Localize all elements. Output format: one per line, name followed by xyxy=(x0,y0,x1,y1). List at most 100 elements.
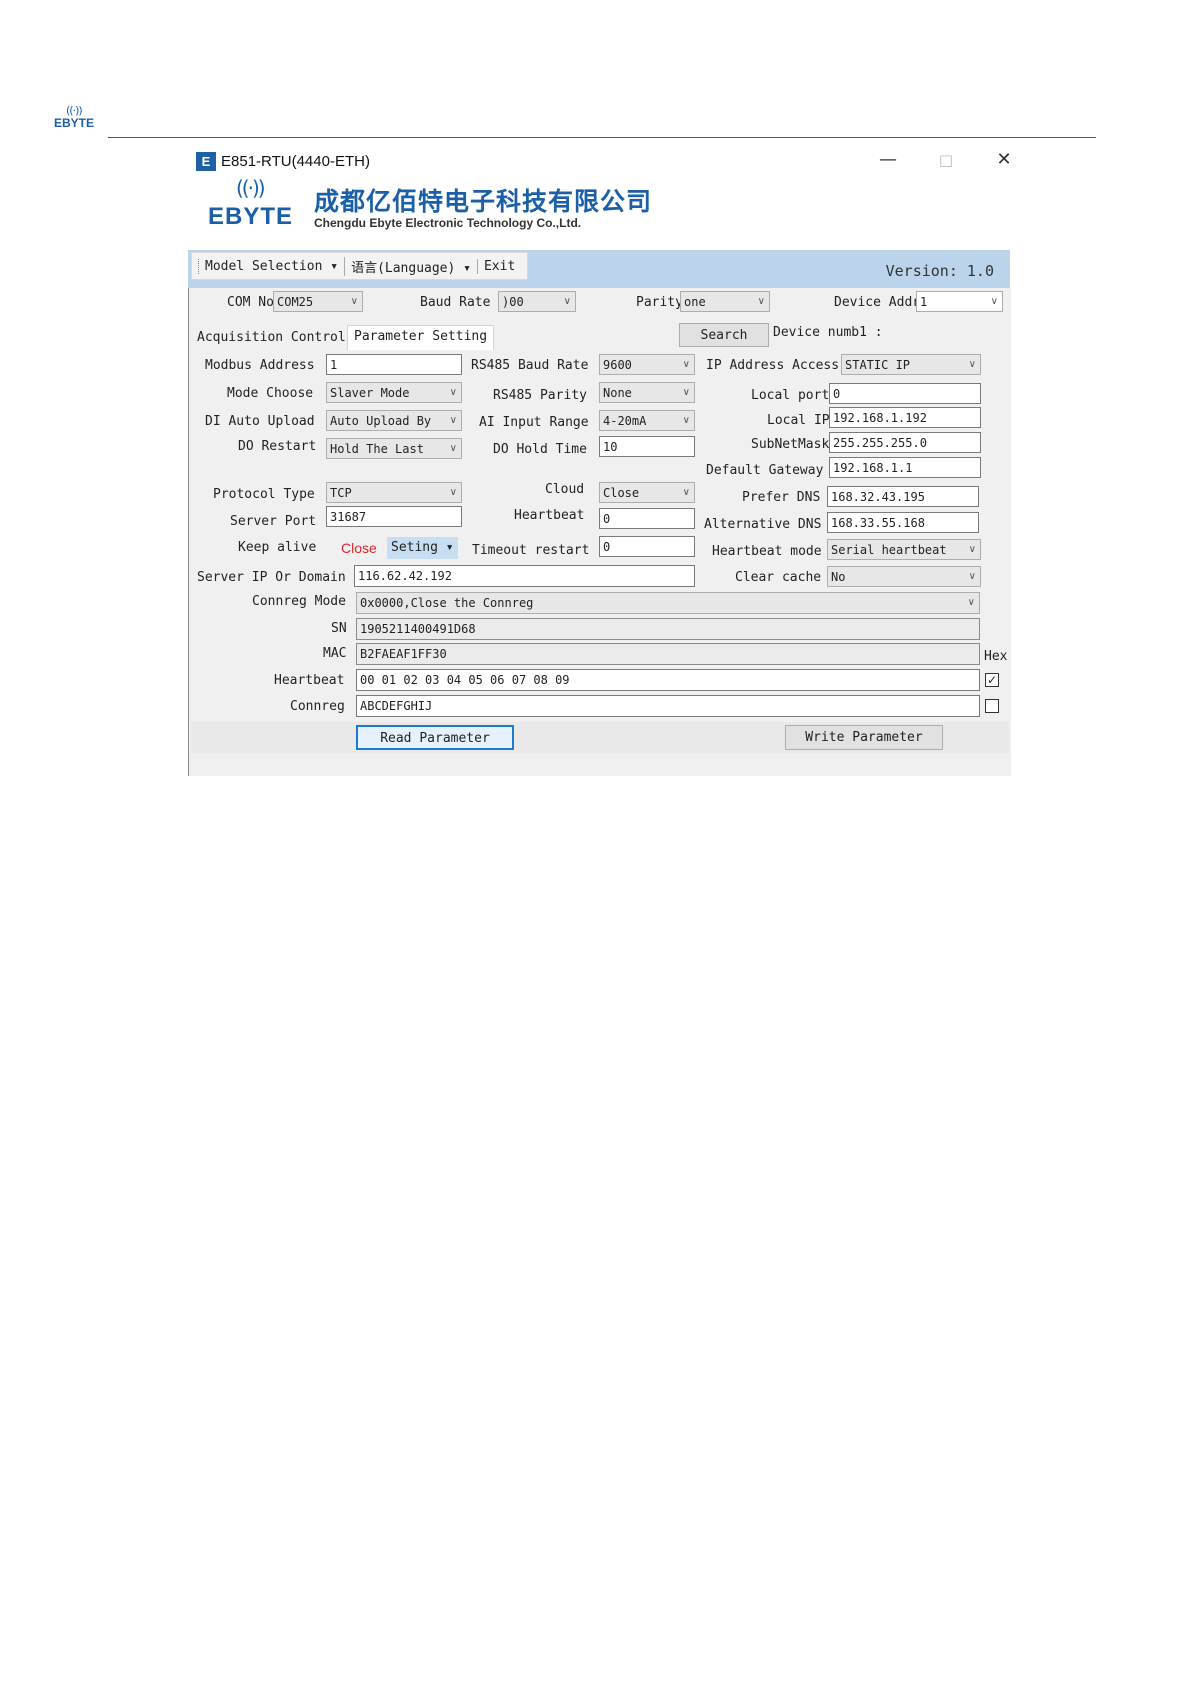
heartbeat-hex-checkbox[interactable]: ✓ xyxy=(985,673,999,687)
chevron-down-icon: ∨ xyxy=(449,443,457,454)
default-gateway-input[interactable]: 192.168.1.1 xyxy=(829,457,981,478)
ip-access-value: STATIC IP xyxy=(845,358,911,372)
timeout-restart-label: Timeout restart xyxy=(472,543,590,558)
chevron-down-icon: ∨ xyxy=(967,597,975,608)
di-auto-upload-value: Auto Upload By xyxy=(330,414,432,428)
tab-row: Acquisition Control Parameter Setting Se… xyxy=(189,321,1011,350)
server-ip-label: Server IP Or Domain xyxy=(197,570,346,585)
app-icon: E xyxy=(196,152,216,171)
device-addr-select[interactable]: 1 ∨ xyxy=(916,291,1003,312)
close-button[interactable]: ✕ xyxy=(984,148,1024,172)
chevron-down-icon: ∨ xyxy=(682,487,690,498)
heartbeat-mode-select[interactable]: Serial heartbeat ∨ xyxy=(827,539,981,560)
mode-choose-value: Slaver Mode xyxy=(330,386,410,400)
cloud-select[interactable]: Close ∨ xyxy=(599,482,695,503)
rs485-baud-label: RS485 Baud Rate xyxy=(471,358,589,373)
main-panel: COM No COM25 ∨ Baud Rate )00 ∨ Parity one ∨… xyxy=(188,288,1011,776)
app-window: E E851-RTU(4440-ETH) — □ ✕ ((·)) EBYTE 成… xyxy=(188,146,1012,776)
local-port-label: Local port xyxy=(751,388,830,403)
protocol-type-label: Protocol Type xyxy=(213,487,315,502)
mac-label: MAC xyxy=(323,646,347,661)
do-hold-time-label: DO Hold Time xyxy=(493,442,587,457)
modbus-address-input[interactable]: 1 xyxy=(326,354,462,375)
title-bar: E E851-RTU(4440-ETH) — □ ✕ xyxy=(188,146,1012,176)
heartbeat-data-label: Heartbeat xyxy=(274,673,345,688)
chevron-down-icon: ∨ xyxy=(449,487,457,498)
hex-label: Hex xyxy=(984,649,1008,664)
menu-model-selection[interactable]: Model Selection ▾ xyxy=(198,258,344,274)
subnet-mask-label: SubNetMask xyxy=(751,437,830,452)
connreg-hex-checkbox[interactable] xyxy=(985,699,999,713)
rs485-baud-select[interactable]: 9600 ∨ xyxy=(599,354,695,375)
protocol-type-select[interactable]: TCP ∨ xyxy=(326,482,462,503)
version-label: Version: 1.0 xyxy=(885,262,994,280)
minimize-button[interactable]: — xyxy=(868,148,908,172)
tab-parameter-setting[interactable]: Parameter Setting xyxy=(347,325,495,350)
ai-input-range-select[interactable]: 4-20mA ∨ xyxy=(599,410,695,431)
connreg-mode-select[interactable]: 0x0000,Close the Connreg ∨ xyxy=(356,592,980,614)
maximize-button[interactable]: □ xyxy=(926,148,966,172)
read-parameter-button[interactable]: Read Parameter xyxy=(356,725,514,750)
heartbeat-mode-label: Heartbeat mode xyxy=(712,544,822,559)
write-parameter-button[interactable]: Write Parameter xyxy=(785,725,943,750)
com-select[interactable]: COM25 ∨ xyxy=(273,291,363,312)
di-auto-upload-select[interactable]: Auto Upload By ∨ xyxy=(326,410,462,431)
rs485-parity-value: None xyxy=(603,386,632,400)
local-port-input[interactable]: 0 xyxy=(829,383,981,404)
clear-cache-label: Clear cache xyxy=(735,570,822,585)
mac-field: B2FAEAF1FF30 xyxy=(356,643,980,665)
parity-select[interactable]: one ∨ xyxy=(680,291,770,312)
keep-alive-close[interactable]: Close xyxy=(341,540,377,556)
cloud-label: Cloud xyxy=(545,482,585,497)
local-ip-input[interactable]: 192.168.1.192 xyxy=(829,407,981,428)
chevron-down-icon: ∨ xyxy=(757,296,765,307)
chevron-down-icon: ∨ xyxy=(682,359,690,370)
heartbeat-input[interactable]: 0 xyxy=(599,508,695,529)
com-value: COM25 xyxy=(277,295,314,309)
local-ip-label: Local IP xyxy=(767,413,830,428)
mode-choose-label: Mode Choose xyxy=(227,386,314,401)
prefer-dns-input[interactable]: 168.32.43.195 xyxy=(827,486,979,507)
connreg-input[interactable]: ABCDEFGHIJ xyxy=(356,695,980,717)
sn-label: SN xyxy=(331,621,347,636)
di-auto-upload-label: DI Auto Upload xyxy=(205,414,315,429)
do-restart-value: Hold The Last xyxy=(330,442,424,456)
chevron-down-icon: ∨ xyxy=(968,359,976,370)
heartbeat-data-input[interactable]: 00 01 02 03 04 05 06 07 08 09 xyxy=(356,669,980,691)
alternative-dns-input[interactable]: 168.33.55.168 xyxy=(827,512,979,533)
heartbeat-label: Heartbeat xyxy=(514,508,585,523)
check-icon: ✓ xyxy=(986,673,998,687)
search-button[interactable]: Search xyxy=(679,323,769,347)
do-restart-select[interactable]: Hold The Last ∨ xyxy=(326,438,462,459)
connreg-mode-label: Connreg Mode xyxy=(252,594,346,609)
alternative-dns-label: Alternative DNS xyxy=(704,517,822,532)
brand-logo-word: EBYTE xyxy=(208,203,294,230)
menu-language[interactable]: 语言(Language) ▾ xyxy=(344,256,477,276)
mode-choose-select[interactable]: Slaver Mode ∨ xyxy=(326,382,462,403)
parity-value: one xyxy=(684,295,706,309)
tab-acquisition-control[interactable]: Acquisition Control xyxy=(191,327,352,349)
rs485-parity-select[interactable]: None ∨ xyxy=(599,382,695,403)
do-restart-label: DO Restart xyxy=(238,439,317,454)
server-ip-input[interactable]: 116.62.42.192 xyxy=(354,565,695,587)
subnet-mask-input[interactable]: 255.255.255.0 xyxy=(829,432,981,453)
baud-rate-select[interactable]: )00 ∨ xyxy=(498,291,576,312)
keep-alive-setting-dropdown[interactable]: Seting ▾ xyxy=(387,537,458,559)
device-addr-label: Device Addr xyxy=(834,295,921,310)
do-hold-time-input[interactable]: 10 xyxy=(599,436,695,457)
timeout-restart-input[interactable]: 0 xyxy=(599,536,695,557)
rs485-parity-label: RS485 Parity xyxy=(493,388,587,403)
brand-banner: ((·)) EBYTE 成都亿佰特电子科技有限公司 Chengdu Ebyte … xyxy=(208,176,678,238)
menu-strip: Model Selection ▾ 语言(Language) ▾ Exit xyxy=(191,252,529,280)
page-header-logo: ((·)) EBYTE xyxy=(54,104,104,132)
clear-cache-select[interactable]: No ∨ xyxy=(827,566,981,587)
sn-field: 1905211400491D68 xyxy=(356,618,980,640)
cloud-value: Close xyxy=(603,486,640,500)
menu-bar: Model Selection ▾ 语言(Language) ▾ Exit Ve… xyxy=(188,250,1010,288)
server-port-input[interactable]: 31687 xyxy=(326,506,462,527)
heartbeat-mode-value: Serial heartbeat xyxy=(831,543,947,557)
ip-access-select[interactable]: STATIC IP ∨ xyxy=(841,354,981,375)
ai-input-range-label: AI Input Range xyxy=(479,415,589,430)
company-name-cn: 成都亿佰特电子科技有限公司 xyxy=(314,187,653,216)
menu-exit[interactable]: Exit xyxy=(476,258,521,274)
